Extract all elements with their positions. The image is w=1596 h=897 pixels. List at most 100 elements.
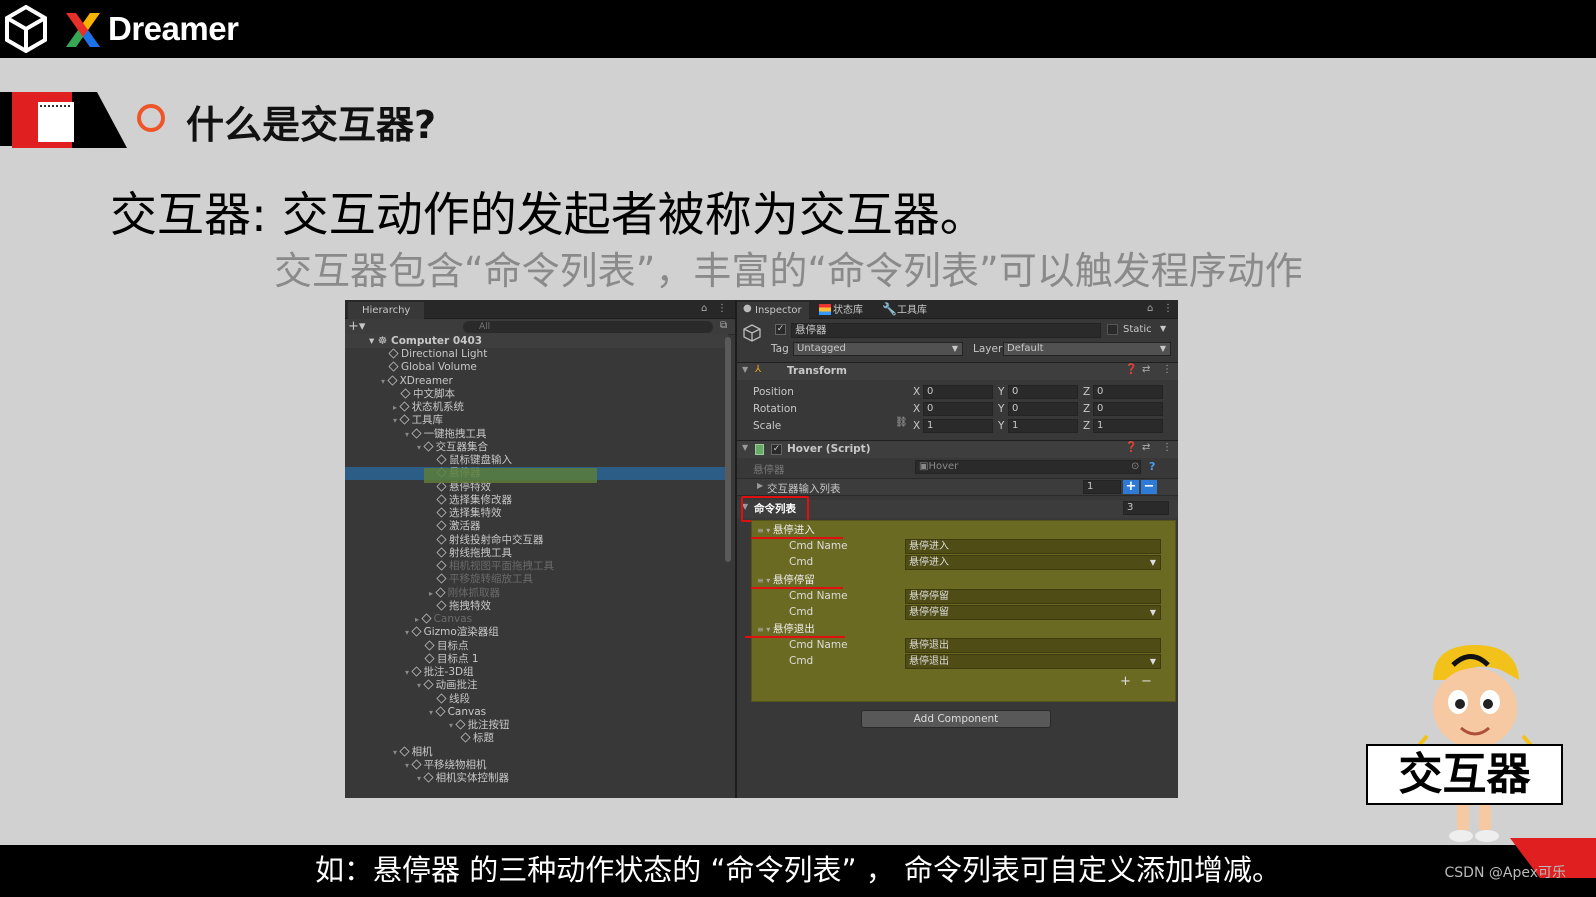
hierarchy-item[interactable]: ▾ 批注按钮 [345,719,728,732]
hierarchy-item[interactable]: ▾ 批注-3D组 [345,666,728,679]
input-list-row[interactable]: ▶ 交互器输入列表 1 + − [737,478,1178,496]
cmd-dropdown[interactable]: 悬停停留 ▼ [905,604,1161,620]
hierarchy-item[interactable]: ▾ 工具库 [345,414,728,427]
transform-z-field[interactable]: 0 [1093,402,1163,416]
foldout-arrow-icon[interactable]: ▸ [393,403,400,412]
create-plus-icon[interactable]: +▾ [348,319,365,334]
kebab-menu-icon[interactable]: ⋮ [1162,364,1172,375]
search-options-icon[interactable]: ⧉ [720,320,727,331]
hierarchy-item[interactable]: 选择集特效 [345,507,728,520]
axis-label[interactable]: X [913,384,920,400]
foldout-arrow-icon[interactable]: ▸ [429,589,436,598]
drag-handle-icon[interactable]: ≡ ▾ [757,576,773,585]
input-list-count[interactable]: 1 [1083,480,1121,494]
foldout-arrow-icon[interactable]: ▾ [393,748,400,757]
kebab-menu-icon[interactable]: ⋮ [1163,303,1173,314]
transform-y-field[interactable]: 0 [1008,402,1078,416]
foldout-arrow-icon[interactable]: ▾ [417,681,424,690]
hierarchy-item[interactable]: 目标点 1 [345,653,728,666]
hover-script-header[interactable]: ▼ ✓ Hover (Script) ❓ ⇄ ⋮ [737,440,1178,458]
cmd-list-count[interactable]: 3 [1123,501,1169,515]
axis-label[interactable]: Z [1083,418,1090,434]
hierarchy-item[interactable]: Global Volume [345,361,728,374]
hierarchy-item[interactable]: ▾ Gizmo渲染器组 [345,626,728,639]
hierarchy-item[interactable]: ▾ XDreamer [345,375,728,388]
axis-label[interactable]: X [913,418,920,434]
layer-dropdown[interactable]: Default ▼ [1003,342,1171,356]
static-checkbox[interactable] [1107,324,1118,335]
cmd-name-input[interactable]: 悬停退出 [905,638,1161,653]
hierarchy-item[interactable]: ▸ 状态机系统 [345,401,728,414]
axis-label[interactable]: Y [998,418,1004,434]
add-command-button[interactable]: + [1120,674,1131,689]
hierarchy-item[interactable]: 平移旋转缩放工具 [345,573,728,586]
hierarchy-item[interactable]: 激活器 [345,520,728,533]
hierarchy-item[interactable]: ▸ 刚体抓取器 [345,587,728,600]
lock-icon[interactable]: ⌂ [701,303,707,314]
hierarchy-item[interactable]: ▾ 动画批注 [345,679,728,692]
hierarchy-item[interactable]: 射线投射命中交互器 [345,534,728,547]
transform-y-field[interactable]: 0 [1008,385,1078,399]
hierarchy-item[interactable]: Directional Light [345,348,728,361]
cmd-group-header[interactable]: ≡ ▾ 悬停退出 [757,621,815,637]
axis-label[interactable]: Y [998,401,1004,417]
hierarchy-item[interactable]: ▾ 相机实体控制器 [345,772,728,785]
foldout-arrow-icon[interactable]: ▾ [405,761,412,770]
hierarchy-item[interactable]: 相机视图平面拖拽工具 [345,560,728,573]
cmd-group-header[interactable]: ≡ ▾ 悬停进入 [757,522,815,538]
help-icon[interactable]: ❓ [1125,442,1137,453]
axis-label[interactable]: Y [998,384,1004,400]
foldout-arrow-icon[interactable]: ▾ [381,377,388,386]
foldout-arrow-icon[interactable]: ▾ [405,668,412,677]
axis-label[interactable]: Z [1083,384,1090,400]
hierarchy-item[interactable]: 拖拽特效 [345,600,728,613]
foldout-arrow-icon[interactable]: ▾ [405,430,412,439]
scene-row[interactable]: ▾ ☸ Computer 0403 [345,334,728,348]
tab-tool-library[interactable]: 工具库 [897,302,927,319]
cmd-group-header[interactable]: ≡ ▾ 悬停停留 [757,572,815,588]
foldout-arrow-icon[interactable]: ▾ [393,416,400,425]
script-enabled-checkbox[interactable]: ✓ [771,444,782,455]
transform-y-field[interactable]: 1 [1008,419,1078,433]
hierarchy-item[interactable]: ▾ Canvas [345,706,728,719]
foldout-arrow-icon[interactable]: ▾ [429,708,436,717]
hierarchy-item[interactable]: 中文脚本 [345,388,728,401]
hierarchy-item[interactable]: 射线拖拽工具 [345,547,728,560]
cmd-name-input[interactable]: 悬停进入 [905,539,1161,554]
hierarchy-item[interactable]: 标题 [345,732,728,745]
help-icon[interactable]: ❓ [1125,364,1137,375]
presets-icon[interactable]: ⇄ [1142,364,1150,375]
remove-command-button[interactable]: − [1141,674,1152,689]
hierarchy-item[interactable]: ▾ 相机 [345,746,728,759]
hierarchy-search-input[interactable]: All [463,321,713,333]
hierarchy-tab[interactable]: Hierarchy [348,302,424,319]
hierarchy-item[interactable]: ▾ 一键拖拽工具 [345,428,728,441]
lock-icon[interactable]: ⌂ [1147,303,1153,314]
scale-link-icon[interactable]: ⛓ [895,417,908,428]
hierarchy-item[interactable]: 目标点 [345,640,728,653]
presets-icon[interactable]: ⇄ [1142,442,1150,453]
drag-handle-icon[interactable]: ≡ ▾ [757,526,773,535]
foldout-arrow-icon[interactable]: ▾ [449,721,456,730]
tab-state-library[interactable]: 状态库 [833,302,863,319]
foldout-arrow-icon[interactable]: ▸ [415,615,422,624]
foldout-arrow-icon[interactable]: ▾ [417,774,424,783]
add-input-button[interactable]: + [1123,480,1139,494]
transform-x-field[interactable]: 0 [923,402,993,416]
hierarchy-item[interactable]: ▾ 平移绕物相机 [345,759,728,772]
kebab-menu-icon[interactable]: ⋮ [1162,442,1172,453]
static-dropdown-icon[interactable]: ▼ [1160,324,1166,333]
hierarchy-item[interactable]: ▾ 交互器集合 [345,441,728,454]
foldout-arrow-icon[interactable]: ▾ [417,443,424,452]
drag-handle-icon[interactable]: ≡ ▾ [757,625,773,634]
remove-input-button[interactable]: − [1141,480,1157,494]
kebab-menu-icon[interactable]: ⋮ [717,303,727,314]
transform-z-field[interactable]: 1 [1093,419,1163,433]
hierarchy-item[interactable]: 鼠标键盘输入 [345,454,728,467]
transform-x-field[interactable]: 0 [923,385,993,399]
tag-dropdown[interactable]: Untagged ▼ [793,342,963,356]
axis-label[interactable]: X [913,401,920,417]
hierarchy-item[interactable]: 线段 [345,693,728,706]
object-name-input[interactable]: 悬停器 [791,323,1101,338]
hierarchy-item[interactable]: ▸ Canvas [345,613,728,626]
